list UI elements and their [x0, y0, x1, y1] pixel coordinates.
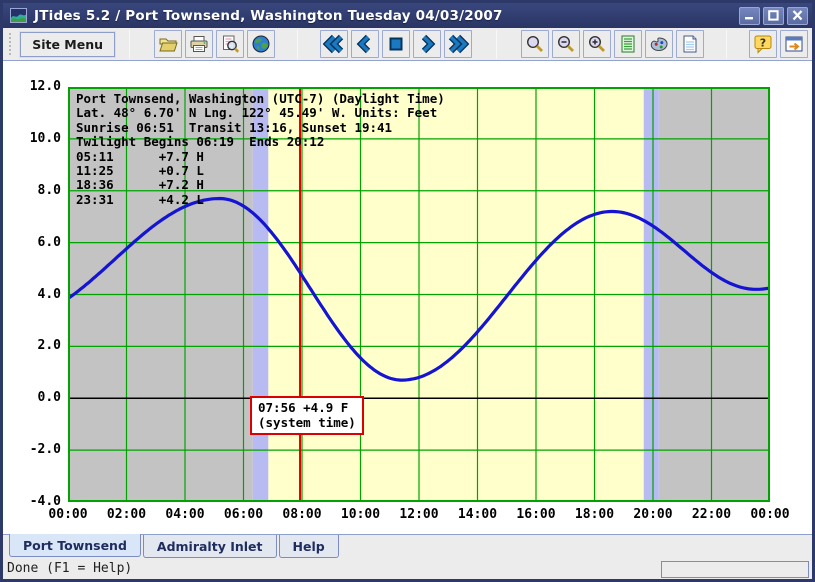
print-preview-button[interactable]: [216, 30, 244, 58]
step-forward-icon: [417, 34, 437, 54]
new-document-button[interactable]: [676, 30, 704, 58]
zoom-in-icon: [587, 34, 607, 54]
y-tick-label: 2.0: [3, 338, 61, 353]
x-tick-label: 00:00: [740, 507, 800, 522]
site-menu-button[interactable]: Site Menu: [20, 32, 115, 57]
system-time-tooltip: 07:56 +4.9 F (system time): [250, 396, 364, 435]
x-tick-label: 00:00: [38, 507, 98, 522]
print-button[interactable]: [185, 30, 213, 58]
zoom-out-button[interactable]: [552, 30, 580, 58]
x-tick-label: 10:00: [331, 507, 391, 522]
window-controls: [739, 7, 808, 25]
document-icon: [680, 34, 700, 54]
tab-label: Help: [293, 539, 325, 554]
zoom-icon: [525, 34, 545, 54]
chart-info-line: Lat. 48° 6.70' N Lng. 122° 45.49' W. Uni…: [76, 106, 445, 120]
x-tick-label: 04:00: [155, 507, 215, 522]
minimize-icon: [743, 10, 756, 21]
tooltip-caption: (system time): [258, 415, 356, 430]
globe-icon: [251, 34, 271, 54]
x-tick-label: 22:00: [682, 507, 742, 522]
y-tick-label: 0.0: [3, 390, 61, 405]
statusbar: Done (F1 = Help): [3, 558, 812, 579]
stop-button[interactable]: [382, 30, 410, 58]
chart-info-line: Twilight Begins 06:19 Ends 20:12: [76, 135, 445, 149]
tab-label: Admiralty Inlet: [157, 539, 263, 554]
toolbar-drag-handle[interactable]: [7, 31, 13, 57]
chart-info-line: 11:25 +0.7 L: [76, 164, 445, 178]
tile-windows-button[interactable]: [780, 30, 808, 58]
status-text: Done (F1 = Help): [7, 561, 132, 576]
x-tick-label: 02:00: [97, 507, 157, 522]
toolbar: Site Menu: [3, 28, 812, 61]
fast-back-button[interactable]: [320, 30, 348, 58]
stop-icon: [386, 34, 406, 54]
step-back-icon: [355, 34, 375, 54]
tooltip-time-height: 07:56 +4.9 F: [258, 400, 356, 415]
y-tick-label: 8.0: [3, 183, 61, 198]
chart-info-line: 05:11 +7.7 H: [76, 150, 445, 164]
help-button[interactable]: ?: [749, 30, 777, 58]
minimize-button[interactable]: [739, 7, 760, 25]
y-tick-label: 10.0: [3, 131, 61, 146]
app-window: JTides 5.2 / Port Townsend, Washington T…: [0, 0, 815, 582]
tide-table-icon: [618, 34, 638, 54]
x-tick-label: 08:00: [272, 507, 332, 522]
zoom-in-button[interactable]: [583, 30, 611, 58]
open-file-button[interactable]: [154, 30, 182, 58]
status-secondary-field: [661, 561, 809, 578]
x-tick-label: 14:00: [448, 507, 508, 522]
fast-forward-button[interactable]: [444, 30, 472, 58]
app-icon: [10, 8, 27, 23]
chart-info-line: Port Townsend, Washington (UTC-7) (Dayli…: [76, 92, 445, 106]
tab-admiralty-inlet[interactable]: Admiralty Inlet: [143, 535, 277, 558]
fast-back-icon: [323, 34, 345, 54]
titlebar[interactable]: JTides 5.2 / Port Townsend, Washington T…: [3, 3, 812, 28]
toolbar-separator: [129, 30, 130, 59]
tab-help[interactable]: Help: [279, 535, 339, 558]
toolbar-separator: [726, 30, 727, 59]
zoom-out-icon: [556, 34, 576, 54]
y-tick-label: 6.0: [3, 235, 61, 250]
close-icon: [791, 10, 804, 21]
palette-icon: [649, 34, 669, 54]
chart-info-line: Sunrise 06:51 Transit 13:16, Sunset 19:4…: [76, 121, 445, 135]
colors-button[interactable]: [645, 30, 673, 58]
x-tick-label: 18:00: [565, 507, 625, 522]
tide-table-button[interactable]: [614, 30, 642, 58]
x-tick-label: 12:00: [389, 507, 449, 522]
zoom-reset-button[interactable]: [521, 30, 549, 58]
step-back-button[interactable]: [351, 30, 379, 58]
toolbar-separator: [496, 30, 497, 59]
tile-windows-icon: [784, 34, 804, 54]
x-tick-label: 16:00: [506, 507, 566, 522]
chart-info-line: 23:31 +4.2 L: [76, 193, 445, 207]
y-tick-label: 4.0: [3, 287, 61, 302]
fast-forward-icon: [447, 34, 469, 54]
chart-info-block: Port Townsend, Washington (UTC-7) (Dayli…: [76, 92, 445, 207]
printer-icon: [189, 34, 209, 54]
y-tick-label: 12.0: [3, 79, 61, 94]
chart-info-line: 18:36 +7.2 H: [76, 178, 445, 192]
close-button[interactable]: [787, 7, 808, 25]
world-map-button[interactable]: [247, 30, 275, 58]
tab-port-townsend[interactable]: Port Townsend: [9, 534, 141, 557]
window-title: JTides 5.2 / Port Townsend, Washington T…: [34, 8, 732, 24]
print-preview-icon: [220, 34, 240, 54]
maximize-icon: [767, 10, 780, 21]
toolbar-separator: [297, 30, 298, 59]
x-tick-label: 06:00: [214, 507, 274, 522]
x-tick-label: 20:00: [623, 507, 683, 522]
tab-label: Port Townsend: [23, 538, 127, 553]
maximize-button[interactable]: [763, 7, 784, 25]
svg-text:?: ?: [760, 37, 766, 50]
y-tick-label: -2.0: [3, 442, 61, 457]
help-icon: ?: [753, 34, 773, 54]
step-forward-button[interactable]: [413, 30, 441, 58]
tide-chart-panel: Port Townsend, Washington (UTC-7) (Dayli…: [3, 61, 812, 534]
open-folder-icon: [158, 34, 178, 54]
station-tabs: Port Townsend Admiralty Inlet Help: [3, 534, 812, 558]
